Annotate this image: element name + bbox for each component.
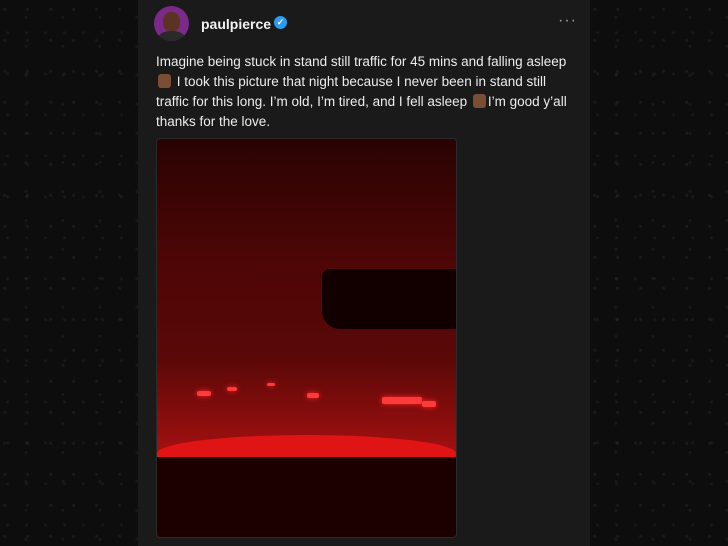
background-left bbox=[0, 0, 138, 546]
instagram-post: paulpierce ✓ ··· Imagine being stuck in … bbox=[138, 0, 590, 546]
verified-badge-icon: ✓ bbox=[274, 16, 287, 29]
post-caption: Imagine being stuck in stand still traff… bbox=[156, 52, 572, 132]
car-dashboard bbox=[157, 457, 456, 537]
avatar-shirt bbox=[158, 31, 185, 41]
avatar-head bbox=[163, 12, 180, 32]
more-options-icon[interactable]: ··· bbox=[558, 12, 577, 30]
man-shrugging-emoji bbox=[472, 94, 486, 108]
avatar[interactable] bbox=[154, 6, 189, 41]
man-facepalming-emoji bbox=[158, 74, 171, 88]
username[interactable]: paulpierce bbox=[201, 16, 271, 32]
rearview-mirror bbox=[322, 269, 456, 329]
caption-part-1: Imagine being stuck in stand still traff… bbox=[156, 54, 567, 69]
post-photo[interactable] bbox=[156, 138, 457, 538]
background-right bbox=[590, 0, 728, 546]
